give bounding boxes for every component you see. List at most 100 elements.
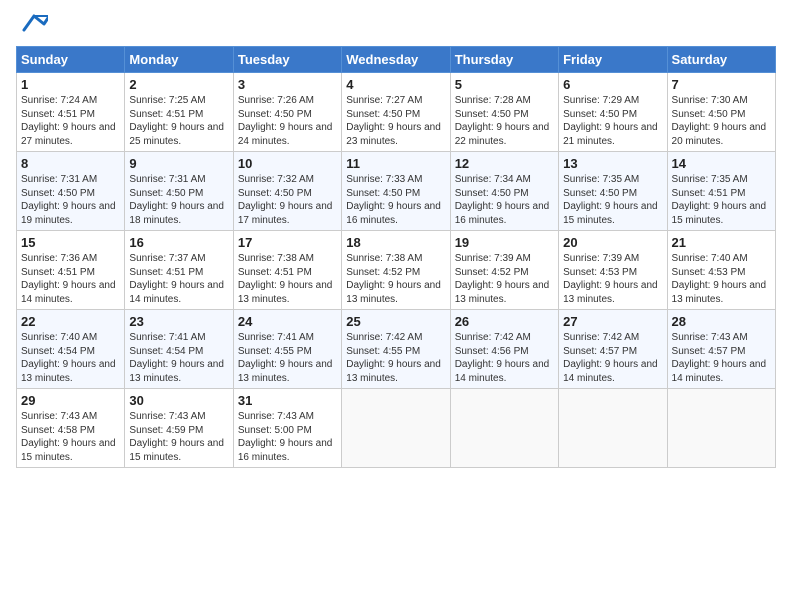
day-info: Sunrise: 7:34 AMSunset: 4:50 PMDaylight:…: [455, 173, 554, 227]
calendar-cell: 31 Sunrise: 7:43 AMSunset: 5:00 PMDayligh…: [233, 389, 341, 468]
day-info: Sunrise: 7:42 AMSunset: 4:56 PMDaylight:…: [455, 331, 554, 385]
calendar-week-row: 8 Sunrise: 7:31 AMSunset: 4:50 PMDaylight…: [17, 152, 776, 231]
calendar-cell: 29 Sunrise: 7:43 AMSunset: 4:58 PMDayligh…: [17, 389, 125, 468]
day-header-friday: Friday: [559, 47, 667, 73]
day-number: 6: [563, 77, 662, 92]
calendar-cell: 17 Sunrise: 7:38 AMSunset: 4:51 PMDayligh…: [233, 231, 341, 310]
calendar-cell: 6 Sunrise: 7:29 AMSunset: 4:50 PMDaylight…: [559, 73, 667, 152]
day-number: 4: [346, 77, 445, 92]
calendar-cell: 21Sunrise: 7:40 AMSunset: 4:53 PMDayligh…: [667, 231, 775, 310]
day-number: 26: [455, 314, 554, 329]
calendar-cell: [342, 389, 450, 468]
day-number: 28: [672, 314, 771, 329]
day-info: Sunrise: 7:43 AMSunset: 4:58 PMDaylight:…: [21, 410, 120, 464]
day-number: 15: [21, 235, 120, 250]
calendar-cell: [667, 389, 775, 468]
calendar-cell: 12 Sunrise: 7:34 AMSunset: 4:50 PMDayligh…: [450, 152, 558, 231]
day-header-monday: Monday: [125, 47, 233, 73]
day-info: Sunrise: 7:27 AMSunset: 4:50 PMDaylight:…: [346, 94, 445, 148]
day-number: 8: [21, 156, 120, 171]
day-number: 25: [346, 314, 445, 329]
calendar-cell: 27 Sunrise: 7:42 AMSunset: 4:57 PMDayligh…: [559, 310, 667, 389]
day-number: 13: [563, 156, 662, 171]
calendar-week-row: 22Sunrise: 7:40 AMSunset: 4:54 PMDayligh…: [17, 310, 776, 389]
calendar-cell: [559, 389, 667, 468]
day-info: Sunrise: 7:43 AMSunset: 4:57 PMDaylight:…: [672, 331, 771, 385]
day-info: Sunrise: 7:36 AMSunset: 4:51 PMDaylight:…: [21, 252, 120, 306]
calendar-week-row: 1 Sunrise: 7:24 AMSunset: 4:51 PMDaylight…: [17, 73, 776, 152]
day-info: Sunrise: 7:38 AMSunset: 4:51 PMDaylight:…: [238, 252, 337, 306]
logo: [16, 16, 48, 34]
calendar-table: SundayMondayTuesdayWednesdayThursdayFrid…: [16, 46, 776, 468]
day-number: 10: [238, 156, 337, 171]
day-number: 3: [238, 77, 337, 92]
calendar-cell: 18 Sunrise: 7:38 AMSunset: 4:52 PMDayligh…: [342, 231, 450, 310]
day-number: 2: [129, 77, 228, 92]
calendar-cell: 9 Sunrise: 7:31 AMSunset: 4:50 PMDaylight…: [125, 152, 233, 231]
day-number: 19: [455, 235, 554, 250]
day-info: Sunrise: 7:40 AMSunset: 4:53 PMDaylight:…: [672, 252, 771, 306]
day-info: Sunrise: 7:41 AMSunset: 4:55 PMDaylight:…: [238, 331, 337, 385]
day-number: 27: [563, 314, 662, 329]
day-number: 16: [129, 235, 228, 250]
calendar-cell: 28 Sunrise: 7:43 AMSunset: 4:57 PMDayligh…: [667, 310, 775, 389]
calendar-cell: 1 Sunrise: 7:24 AMSunset: 4:51 PMDaylight…: [17, 73, 125, 152]
calendar-cell: 26 Sunrise: 7:42 AMSunset: 4:56 PMDayligh…: [450, 310, 558, 389]
day-header-sunday: Sunday: [17, 47, 125, 73]
day-number: 23: [129, 314, 228, 329]
calendar-cell: 13 Sunrise: 7:35 AMSunset: 4:50 PMDayligh…: [559, 152, 667, 231]
day-number: 11: [346, 156, 445, 171]
calendar-cell: 25 Sunrise: 7:42 AMSunset: 4:55 PMDayligh…: [342, 310, 450, 389]
day-info: Sunrise: 7:31 AMSunset: 4:50 PMDaylight:…: [129, 173, 228, 227]
day-info: Sunrise: 7:24 AMSunset: 4:51 PMDaylight:…: [21, 94, 120, 148]
day-info: Sunrise: 7:30 AMSunset: 4:50 PMDaylight:…: [672, 94, 771, 148]
day-number: 7: [672, 77, 771, 92]
calendar-cell: [450, 389, 558, 468]
day-number: 12: [455, 156, 554, 171]
day-number: 1: [21, 77, 120, 92]
day-info: Sunrise: 7:43 AMSunset: 4:59 PMDaylight:…: [129, 410, 228, 464]
day-number: 24: [238, 314, 337, 329]
day-info: Sunrise: 7:26 AMSunset: 4:50 PMDaylight:…: [238, 94, 337, 148]
day-info: Sunrise: 7:28 AMSunset: 4:50 PMDaylight:…: [455, 94, 554, 148]
calendar-cell: 5Sunrise: 7:28 AMSunset: 4:50 PMDaylight…: [450, 73, 558, 152]
day-info: Sunrise: 7:40 AMSunset: 4:54 PMDaylight:…: [21, 331, 120, 385]
calendar-cell: 22Sunrise: 7:40 AMSunset: 4:54 PMDayligh…: [17, 310, 125, 389]
day-info: Sunrise: 7:29 AMSunset: 4:50 PMDaylight:…: [563, 94, 662, 148]
logo-icon: [20, 12, 48, 34]
day-info: Sunrise: 7:25 AMSunset: 4:51 PMDaylight:…: [129, 94, 228, 148]
day-info: Sunrise: 7:37 AMSunset: 4:51 PMDaylight:…: [129, 252, 228, 306]
day-number: 30: [129, 393, 228, 408]
calendar-cell: 14Sunrise: 7:35 AMSunset: 4:51 PMDayligh…: [667, 152, 775, 231]
calendar-cell: 11Sunrise: 7:33 AMSunset: 4:50 PMDayligh…: [342, 152, 450, 231]
day-info: Sunrise: 7:39 AMSunset: 4:52 PMDaylight:…: [455, 252, 554, 306]
day-number: 20: [563, 235, 662, 250]
day-info: Sunrise: 7:43 AMSunset: 5:00 PMDaylight:…: [238, 410, 337, 464]
header: [16, 16, 776, 34]
calendar-week-row: 29 Sunrise: 7:43 AMSunset: 4:58 PMDayligh…: [17, 389, 776, 468]
day-info: Sunrise: 7:35 AMSunset: 4:50 PMDaylight:…: [563, 173, 662, 227]
day-number: 31: [238, 393, 337, 408]
calendar-cell: 19 Sunrise: 7:39 AMSunset: 4:52 PMDayligh…: [450, 231, 558, 310]
day-info: Sunrise: 7:31 AMSunset: 4:50 PMDaylight:…: [21, 173, 120, 227]
calendar-cell: 20 Sunrise: 7:39 AMSunset: 4:53 PMDayligh…: [559, 231, 667, 310]
day-info: Sunrise: 7:42 AMSunset: 4:55 PMDaylight:…: [346, 331, 445, 385]
page-container: SundayMondayTuesdayWednesdayThursdayFrid…: [0, 0, 792, 476]
calendar-week-row: 15 Sunrise: 7:36 AMSunset: 4:51 PMDayligh…: [17, 231, 776, 310]
calendar-cell: 2 Sunrise: 7:25 AMSunset: 4:51 PMDaylight…: [125, 73, 233, 152]
day-number: 14: [672, 156, 771, 171]
day-info: Sunrise: 7:42 AMSunset: 4:57 PMDaylight:…: [563, 331, 662, 385]
calendar-header-row: SundayMondayTuesdayWednesdayThursdayFrid…: [17, 47, 776, 73]
calendar-cell: 15 Sunrise: 7:36 AMSunset: 4:51 PMDayligh…: [17, 231, 125, 310]
day-info: Sunrise: 7:41 AMSunset: 4:54 PMDaylight:…: [129, 331, 228, 385]
calendar-cell: 4 Sunrise: 7:27 AMSunset: 4:50 PMDaylight…: [342, 73, 450, 152]
calendar-cell: 30 Sunrise: 7:43 AMSunset: 4:59 PMDayligh…: [125, 389, 233, 468]
day-number: 18: [346, 235, 445, 250]
day-number: 9: [129, 156, 228, 171]
day-number: 17: [238, 235, 337, 250]
day-number: 29: [21, 393, 120, 408]
day-info: Sunrise: 7:38 AMSunset: 4:52 PMDaylight:…: [346, 252, 445, 306]
calendar-cell: 16 Sunrise: 7:37 AMSunset: 4:51 PMDayligh…: [125, 231, 233, 310]
calendar-cell: 23 Sunrise: 7:41 AMSunset: 4:54 PMDayligh…: [125, 310, 233, 389]
day-info: Sunrise: 7:39 AMSunset: 4:53 PMDaylight:…: [563, 252, 662, 306]
